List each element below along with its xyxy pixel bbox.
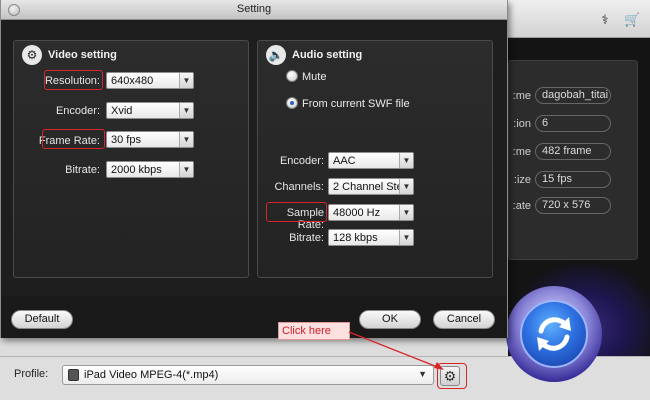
audio-bitrate-label: Bitrate: (289, 232, 324, 244)
video-encoder-select[interactable]: Xvid ▼ (106, 102, 194, 119)
convert-icon (537, 317, 571, 351)
broom-icon[interactable]: ⚕ (598, 12, 612, 28)
chevron-down-icon: ▼ (179, 73, 193, 88)
file-info-panel: me: dagobah_titai ion: 6 me: 482 frame i… (508, 60, 638, 260)
info-label: me: (512, 146, 531, 158)
sample-rate-select[interactable]: 48000 Hz ▼ (328, 204, 414, 221)
setting-dialog: Setting ⚙ Video setting Resolution: 640x… (0, 0, 508, 338)
info-value: 720 x 576 (535, 197, 611, 214)
speaker-icon: 🔈 (266, 45, 286, 65)
chevron-down-icon: ▼ (399, 205, 413, 220)
video-encoder-value: Xvid (111, 105, 133, 117)
frame-rate-highlight (42, 129, 105, 149)
info-row: me: dagobah_titai (509, 86, 639, 106)
video-setting-panel: ⚙ Video setting Resolution: 640x480 ▼ En… (13, 40, 249, 278)
resolution-value: 640x480 (111, 75, 154, 87)
click-here-callout: Click here (278, 322, 350, 340)
info-value: 6 (535, 115, 611, 132)
info-label: me: (512, 90, 531, 102)
frame-rate-value: 30 fps (111, 134, 141, 146)
mute-radio[interactable] (286, 70, 298, 82)
chevron-down-icon: ▼ (399, 230, 413, 245)
info-value: 482 frame (535, 143, 611, 160)
default-button[interactable]: Default (11, 310, 73, 329)
profile-value: iPad Video MPEG-4(*.mp4) (84, 369, 219, 381)
info-row: ion: 6 (509, 114, 639, 134)
video-encoder-label: Encoder: (55, 105, 100, 117)
chevron-down-icon: ▼ (179, 132, 193, 147)
chevron-down-icon: ▼ (179, 103, 193, 118)
sample-rate-highlight (266, 202, 327, 222)
channels-value: 2 Channel Ster (333, 181, 399, 193)
chevron-down-icon: ▼ (399, 179, 413, 194)
channels-select[interactable]: 2 Channel Ster ▼ (328, 178, 414, 195)
info-label: ate: (512, 200, 531, 212)
video-bitrate-select[interactable]: 2000 kbps ▼ (106, 161, 194, 178)
channels-label: Channels: (274, 181, 324, 193)
profile-select[interactable]: iPad Video MPEG-4(*.mp4) ▼ (62, 365, 434, 385)
chevron-down-icon: ▼ (399, 153, 413, 168)
chevron-down-icon: ▼ (418, 369, 427, 379)
audio-encoder-select[interactable]: AAC ▼ (328, 152, 414, 169)
info-label: ize: (513, 174, 531, 186)
ipad-icon (68, 369, 79, 381)
swf-source-radio[interactable] (286, 97, 298, 109)
swf-source-label: From current SWF file (302, 98, 410, 110)
info-row: ate: 720 x 576 (509, 196, 639, 216)
profile-label: Profile: (14, 368, 49, 380)
ok-button[interactable]: OK (359, 310, 421, 329)
audio-setting-title: Audio setting (292, 49, 363, 61)
video-bitrate-value: 2000 kbps (111, 164, 162, 176)
convert-button[interactable] (520, 300, 588, 368)
dialog-button-bar (1, 296, 507, 338)
chevron-down-icon: ▼ (179, 162, 193, 177)
info-value: dagobah_titai (535, 87, 611, 104)
audio-setting-panel: 🔈 Audio setting Mute From current SWF fi… (257, 40, 493, 278)
dialog-titlebar: Setting (1, 0, 507, 20)
audio-bitrate-value: 128 kbps (333, 232, 378, 244)
info-label: ion: (513, 118, 531, 130)
video-setting-title: Video setting (48, 49, 117, 61)
cart-icon[interactable]: 🛒 (624, 12, 640, 28)
film-reel-icon: ⚙ (22, 45, 42, 65)
video-bitrate-label: Bitrate: (65, 164, 100, 176)
dialog-title: Setting (236, 3, 272, 15)
audio-encoder-value: AAC (333, 155, 356, 167)
info-row: me: 482 frame (509, 142, 639, 162)
info-row: ize: 15 fps (509, 170, 639, 190)
top-toolbar: ⚕ 🛒 (508, 0, 650, 38)
resolution-highlight (44, 70, 103, 90)
mute-label: Mute (302, 71, 327, 83)
gear-highlight-box (437, 363, 467, 389)
audio-encoder-label: Encoder: (279, 155, 324, 167)
sample-rate-value: 48000 Hz (333, 207, 381, 219)
frame-rate-select[interactable]: 30 fps ▼ (106, 131, 194, 148)
resolution-select[interactable]: 640x480 ▼ (106, 72, 194, 89)
info-value: 15 fps (535, 171, 611, 188)
cancel-button[interactable]: Cancel (433, 310, 495, 329)
audio-bitrate-select[interactable]: 128 kbps ▼ (328, 229, 414, 246)
